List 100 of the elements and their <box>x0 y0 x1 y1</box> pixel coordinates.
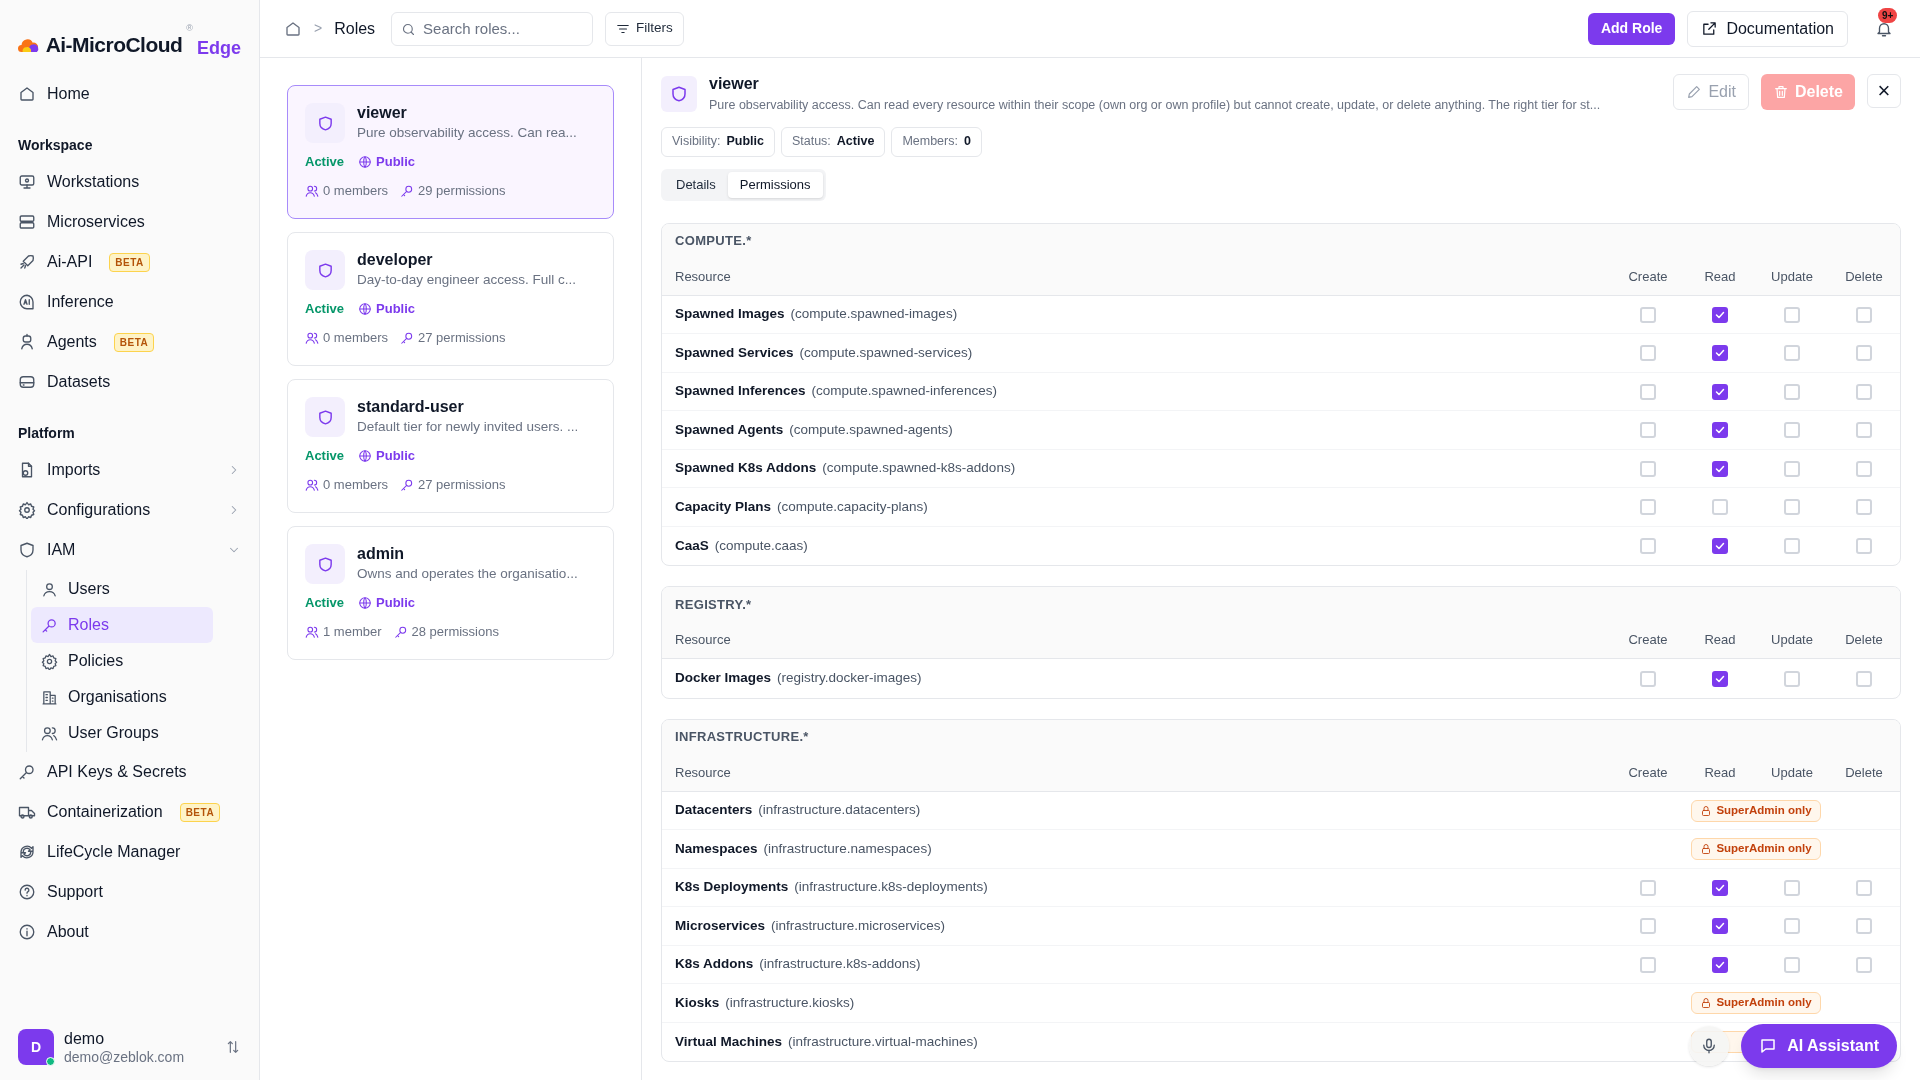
chat-icon <box>1759 1037 1778 1055</box>
checkbox[interactable] <box>1712 460 1728 477</box>
nav-item[interactable]: Policies <box>31 643 213 679</box>
lock-icon <box>1700 997 1713 1009</box>
visibility-text: Public <box>376 447 416 466</box>
checkbox[interactable] <box>1784 383 1800 400</box>
search-field[interactable]: Search roles... <box>391 11 594 46</box>
checkbox[interactable] <box>1856 422 1872 438</box>
nav-item[interactable]: About <box>8 912 251 952</box>
checkbox[interactable] <box>1640 879 1656 896</box>
checkbox[interactable] <box>1784 345 1800 361</box>
role-card[interactable]: viewer Pure observability access. Can rea... Active Public 0 members 29 permissions <box>287 85 614 219</box>
checkbox[interactable] <box>1856 383 1872 400</box>
checkbox[interactable] <box>1784 460 1800 477</box>
checkbox[interactable] <box>1712 383 1728 400</box>
checkbox[interactable] <box>1784 879 1800 896</box>
role-card[interactable]: admin Owns and operates the organisatio... Active Public 1 member 28 permissions <box>287 526 614 660</box>
checkbox[interactable] <box>1784 422 1800 438</box>
close-button[interactable]: × <box>1867 74 1901 108</box>
checkbox[interactable] <box>1640 345 1656 361</box>
nav-item[interactable]: Datasets <box>8 362 251 402</box>
checkbox[interactable] <box>1856 345 1872 361</box>
key-icon <box>400 330 415 345</box>
checkbox[interactable] <box>1856 538 1872 554</box>
checkbox[interactable] <box>1856 956 1872 973</box>
nav-item[interactable]: Roles <box>31 607 213 643</box>
shield-icon <box>316 408 334 426</box>
beta-badge: BETA <box>109 252 150 272</box>
checkbox[interactable] <box>1712 879 1728 896</box>
checkbox[interactable] <box>1640 499 1656 515</box>
column-header: Read <box>1704 763 1736 782</box>
checkbox[interactable] <box>1784 956 1800 973</box>
checkbox[interactable] <box>1784 918 1800 934</box>
checkbox[interactable] <box>1712 345 1728 361</box>
nav-item[interactable]: Users <box>31 571 213 607</box>
checkbox[interactable] <box>1784 670 1800 687</box>
status-text: Active <box>305 594 345 613</box>
gear-icon <box>41 652 58 670</box>
trash-icon <box>1772 84 1789 100</box>
checkbox[interactable] <box>1784 306 1800 323</box>
nav-item[interactable]: IAM <box>8 530 251 570</box>
checkbox[interactable] <box>1712 538 1728 554</box>
column-header: Read <box>1704 267 1736 286</box>
role-card[interactable]: developer Day-to-day engineer access. Full c... Active Public 0 members 27 permissions <box>287 232 614 366</box>
nav-item[interactable]: Agents BETA <box>8 322 251 362</box>
resource-name: Virtual Machines (infrastructure.virtual-machines) <box>675 1032 979 1051</box>
checkbox[interactable] <box>1712 670 1728 687</box>
resource-name: K8s Addons (infrastructure.k8s-addons) <box>675 955 922 974</box>
nav-item[interactable]: LifeCycle Manager <box>8 832 251 872</box>
checkbox[interactable] <box>1856 499 1872 515</box>
checkbox[interactable] <box>1856 460 1872 477</box>
nav-item[interactable]: Microservices <box>8 202 251 242</box>
checkbox[interactable] <box>1640 383 1656 400</box>
checkbox[interactable] <box>1856 670 1872 687</box>
nav-item[interactable]: User Groups <box>31 715 213 751</box>
ai-assistant-button[interactable]: AI Assistant <box>1741 1024 1897 1068</box>
superadmin-badge: SuperAdmin only <box>1691 838 1821 860</box>
search-icon <box>401 21 417 37</box>
documentation-button[interactable]: Documentation <box>1687 10 1848 47</box>
role-card[interactable]: standard-user Default tier for newly invited users. ... Active Public 0 members 27 permissions <box>287 379 614 513</box>
tab[interactable]: Details <box>664 171 728 198</box>
checkbox[interactable] <box>1640 460 1656 477</box>
add-role-button[interactable]: Add Role <box>1587 12 1676 45</box>
nav-item[interactable]: Home <box>8 74 251 114</box>
filters-button[interactable]: Filters <box>605 11 684 46</box>
nav-item[interactable]: Ai-API BETA <box>8 242 251 282</box>
checkbox[interactable] <box>1712 956 1728 973</box>
tab[interactable]: Permissions <box>727 171 823 198</box>
nav-item[interactable]: Workstations <box>8 162 251 202</box>
checkbox[interactable] <box>1712 499 1728 515</box>
checkbox[interactable] <box>1640 956 1656 973</box>
checkbox[interactable] <box>1640 538 1656 554</box>
checkbox[interactable] <box>1712 306 1728 323</box>
checkbox[interactable] <box>1712 422 1728 438</box>
checkbox[interactable] <box>1640 422 1656 438</box>
member-count: 0 members <box>323 475 389 494</box>
checkbox[interactable] <box>1856 879 1872 896</box>
checkbox[interactable] <box>1856 918 1872 934</box>
checkbox[interactable] <box>1640 306 1656 323</box>
nav-item[interactable]: Configurations <box>8 490 251 530</box>
checkbox[interactable] <box>1784 538 1800 554</box>
check-icon <box>1714 920 1726 932</box>
nav-item[interactable]: Imports <box>8 450 251 490</box>
checkbox[interactable] <box>1640 670 1656 687</box>
status-text: Active <box>305 447 345 466</box>
nav-item[interactable]: Inference <box>8 282 251 322</box>
nav-item[interactable]: Containerization BETA <box>8 792 251 832</box>
checkbox[interactable] <box>1712 918 1728 934</box>
nav-item[interactable]: Organisations <box>31 679 213 715</box>
pencil-icon <box>1686 84 1703 100</box>
checkbox[interactable] <box>1784 499 1800 515</box>
page-title: Roles <box>334 18 376 39</box>
resource-name: Datacenters (infrastructure.datacenters) <box>675 801 922 820</box>
checkbox[interactable] <box>1856 306 1872 323</box>
member-count: 0 members <box>323 328 389 347</box>
column-header: Delete <box>1845 267 1883 286</box>
checkbox[interactable] <box>1640 918 1656 934</box>
sort-icon[interactable] <box>225 1039 241 1056</box>
nav-item[interactable]: API Keys & Secrets <box>8 752 251 792</box>
nav-item[interactable]: Support <box>8 872 251 912</box>
